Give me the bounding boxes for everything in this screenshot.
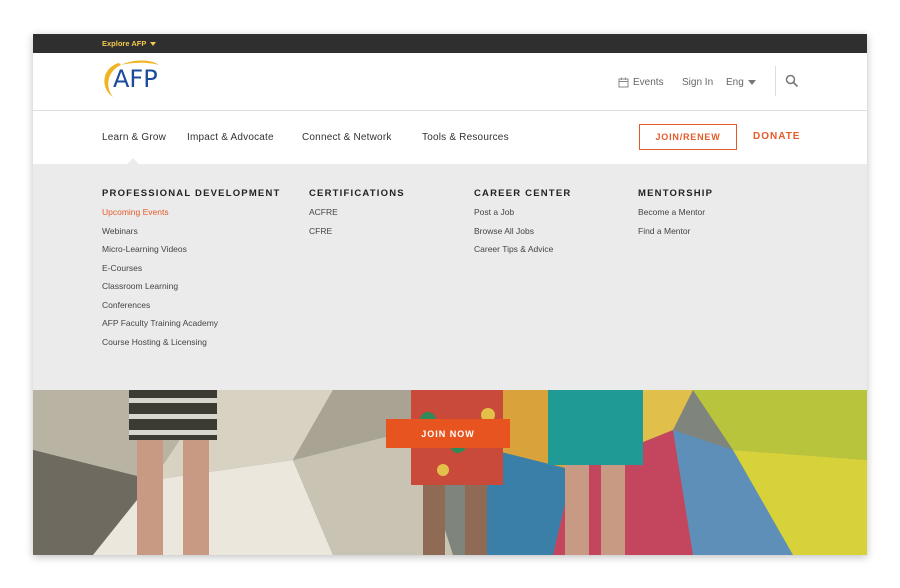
main-nav: Learn & Grow Impact & Advocate Connect &… [33,112,867,164]
sign-in-label: Sign In [682,77,714,88]
menu-column-professional-development: PROFESSIONAL DEVELOPMENT Upcoming Events… [102,188,281,354]
search-icon [785,74,799,88]
top-utility-bar: Explore AFP [33,34,867,53]
nav-learn-grow[interactable]: Learn & Grow [102,132,166,143]
menu-link-upcoming-events[interactable]: Upcoming Events [102,206,281,225]
hero-photo-illustration [33,390,867,555]
menu-column-mentorship: MENTORSHIP Become a Mentor Find a Mentor [638,188,713,243]
menu-column-career-center: CAREER CENTER Post a Job Browse All Jobs… [474,188,571,262]
menu-link-classroom-learning[interactable]: Classroom Learning [102,280,281,299]
menu-link-cfre[interactable]: CFRE [309,225,405,244]
menu-link-acfre[interactable]: ACFRE [309,206,405,225]
chevron-down-icon [150,41,157,46]
menu-link-webinars[interactable]: Webinars [102,225,281,244]
menu-link-conferences[interactable]: Conferences [102,299,281,318]
chevron-down-icon [747,80,756,85]
site-header: AFP Events Sign In Eng [33,53,867,111]
hero-banner: JOIN NOW [33,390,867,555]
menu-link-career-tips-advice[interactable]: Career Tips & Advice [474,243,571,262]
menu-link-post-a-job[interactable]: Post a Job [474,206,571,225]
menu-link-e-courses[interactable]: E-Courses [102,262,281,281]
menu-column-heading: PROFESSIONAL DEVELOPMENT [102,188,281,199]
sign-in-link[interactable]: Sign In [682,77,713,88]
language-selector[interactable]: Eng [726,77,756,88]
logo-wordmark: AFP [113,65,158,93]
menu-link-find-a-mentor[interactable]: Find a Mentor [638,225,713,244]
menu-link-faculty-training-academy[interactable]: AFP Faculty Training Academy [102,317,281,336]
menu-column-heading: CAREER CENTER [474,188,572,199]
header-divider [775,66,776,96]
nav-impact-advocate[interactable]: Impact & Advocate [187,132,274,143]
explore-afp-label: Explore AFP [102,39,147,48]
menu-link-course-hosting-licensing[interactable]: Course Hosting & Licensing [102,336,281,355]
menu-column-certifications: CERTIFICATIONS ACFRE CFRE [309,188,405,243]
nav-tools-resources[interactable]: Tools & Resources [422,132,509,143]
menu-link-become-a-mentor[interactable]: Become a Mentor [638,206,713,225]
menu-link-micro-learning-videos[interactable]: Micro-Learning Videos [102,243,281,262]
events-link[interactable]: Events [618,77,664,88]
events-label: Events [633,77,664,88]
menu-column-heading: MENTORSHIP [638,188,714,199]
donate-link[interactable]: DONATE [753,131,800,142]
explore-afp-dropdown[interactable]: Explore AFP [102,39,157,48]
join-renew-button[interactable]: JOIN/RENEW [639,124,737,150]
nav-connect-network[interactable]: Connect & Network [302,132,392,143]
language-label: Eng [726,77,744,88]
menu-column-heading: CERTIFICATIONS [309,188,405,199]
calendar-icon [618,77,629,88]
menu-link-browse-all-jobs[interactable]: Browse All Jobs [474,225,571,244]
join-now-button[interactable]: JOIN NOW [386,419,510,448]
page-frame: Explore AFP AFP Events Sign In Eng Learn… [33,34,867,555]
search-button[interactable] [785,74,801,90]
mega-menu-learn-grow: PROFESSIONAL DEVELOPMENT Upcoming Events… [33,164,867,390]
